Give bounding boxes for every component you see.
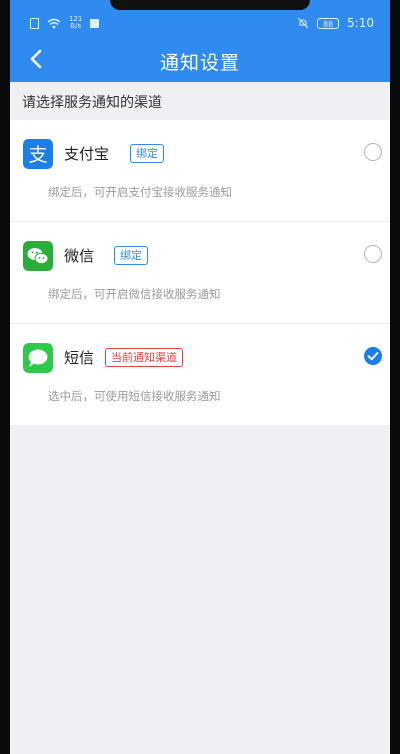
channel-name: 微信 (64, 247, 95, 265)
network-speed: 121 B/s (69, 16, 82, 30)
battery-icon: 88 (317, 17, 340, 29)
channel-row-wechat[interactable]: 微信 绑定 绑定后，可开启微信接收服务通知 (10, 222, 390, 324)
sms-icon (23, 343, 53, 373)
status-left: 121 B/s (30, 16, 100, 30)
svg-text:支: 支 (28, 144, 47, 166)
alipay-icon: 支 (23, 139, 53, 169)
radio-sms[interactable] (364, 347, 382, 365)
checkmark-icon (367, 352, 379, 361)
channel-description: 选中后，可使用短信接收服务通知 (48, 389, 221, 403)
current-channel-tag: 当前通知渠道 (105, 348, 183, 367)
notification-icon (90, 18, 100, 28)
channel-name: 支付宝 (64, 145, 110, 163)
channel-row-alipay[interactable]: 支 支付宝 绑定 绑定后，可开启支付宝接收服务通知 (10, 120, 390, 222)
clock: 5:10 (347, 16, 374, 30)
page-title: 通知设置 (159, 52, 240, 74)
radio-wechat[interactable] (364, 245, 382, 263)
status-right: 88 5:10 (297, 16, 374, 30)
channel-name: 短信 (64, 349, 95, 367)
wifi-icon (47, 18, 61, 28)
channel-list: 支 支付宝 绑定 绑定后，可开启支付宝接收服务通知 微信 绑定 绑定后，可开启微… (10, 120, 390, 425)
wechat-icon (23, 241, 53, 271)
mute-icon (297, 17, 309, 29)
channel-description: 绑定后，可开启微信接收服务通知 (48, 287, 221, 301)
navigation-bar: 通知设置 (10, 36, 390, 82)
phone-notch (110, 0, 310, 10)
channel-description: 绑定后，可开启支付宝接收服务通知 (48, 185, 232, 199)
radio-alipay[interactable] (364, 143, 382, 161)
bind-tag-wechat[interactable]: 绑定 (114, 246, 148, 265)
sim-card-icon (30, 17, 39, 29)
bind-tag-alipay[interactable]: 绑定 (130, 144, 164, 163)
section-header: 请选择服务通知的渠道 (22, 95, 162, 111)
channel-row-sms[interactable]: 短信 当前通知渠道 选中后，可使用短信接收服务通知 (10, 324, 390, 425)
app-screen: 121 B/s 88 5:10 通知设置 请选择服务通知的渠道 支 支付宝 绑定… (10, 0, 390, 754)
network-speed-unit: B/s (70, 22, 82, 30)
